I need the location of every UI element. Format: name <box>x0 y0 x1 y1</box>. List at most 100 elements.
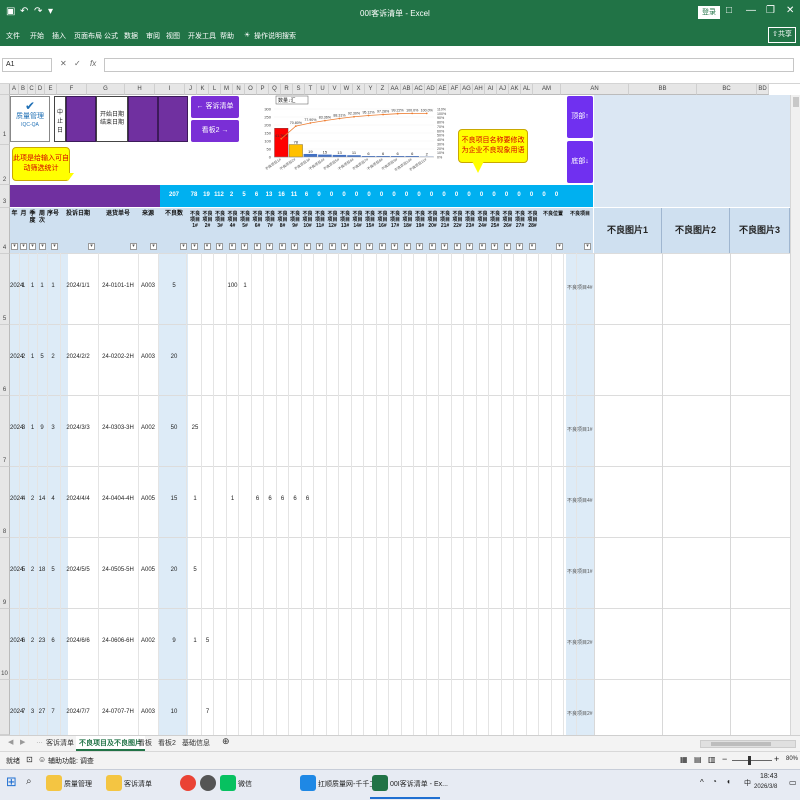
tab-view[interactable]: 视图 <box>166 31 180 41</box>
data-cell[interactable]: 7 <box>19 709 28 715</box>
column-header[interactable]: L <box>209 84 221 95</box>
filter-dropdown-icon[interactable]: ▾ <box>341 243 348 250</box>
scroll-thumb[interactable] <box>793 97 799 107</box>
data-cell[interactable]: A003 <box>138 354 158 360</box>
filter-dropdown-icon[interactable]: ▾ <box>29 243 36 250</box>
normal-view-icon[interactable]: ▦ <box>680 755 688 764</box>
data-cell[interactable]: 2024 <box>10 709 23 715</box>
data-cell[interactable]: 5 <box>37 354 47 360</box>
filter-dropdown-icon[interactable]: ▾ <box>416 243 423 250</box>
column-header[interactable]: Q <box>269 84 281 95</box>
data-cell[interactable]: 1 <box>37 283 47 289</box>
data-cell-note[interactable]: 不良项目2# <box>567 710 594 717</box>
search-icon[interactable]: ⌕ <box>26 776 32 787</box>
top-button[interactable]: 顶部↑ <box>567 96 593 138</box>
row-header[interactable]: 3 <box>0 185 10 208</box>
macro-record-icon[interactable]: ⊡ <box>26 755 33 764</box>
data-cell-defect[interactable]: 100 <box>227 283 239 289</box>
column-header[interactable]: AM <box>533 84 561 95</box>
data-cell[interactable]: 4 <box>47 496 59 502</box>
worksheet-grid[interactable]: ✔ 质量管理 IQC-QA 中止日 开始日期 结束日期 ← 客诉清单 看板2 →… <box>10 95 790 735</box>
data-cell[interactable]: 24-0404-4H <box>98 496 138 502</box>
tray-up-icon[interactable]: ^ <box>700 778 704 787</box>
data-cell[interactable]: 5 <box>160 283 188 289</box>
sheet-tab-defects-active[interactable]: 不良项目及不良图片 <box>76 736 145 751</box>
column-header[interactable]: N <box>233 84 245 95</box>
data-cell[interactable]: 10 <box>160 709 188 715</box>
data-cell[interactable]: 50 <box>160 425 188 431</box>
filter-dropdown-icon[interactable]: ▾ <box>203 243 211 250</box>
filter-dropdown-icon[interactable]: ▾ <box>466 243 473 250</box>
row-header[interactable]: 1 <box>0 95 10 145</box>
data-cell[interactable]: 2024/7/7 <box>60 709 96 715</box>
data-cell[interactable]: 24-0505-5H <box>98 567 138 573</box>
close-icon[interactable]: ✕ <box>786 5 794 16</box>
tab-data[interactable]: 数据 <box>124 31 138 41</box>
data-cell[interactable]: A003 <box>138 283 158 289</box>
column-header[interactable]: Z <box>377 84 389 95</box>
excel-icon[interactable] <box>372 775 388 791</box>
data-cell-defect[interactable]: 1 <box>189 496 201 502</box>
data-cell[interactable]: 3 <box>19 425 28 431</box>
data-cell-defect[interactable]: 6 <box>264 496 276 502</box>
column-header[interactable]: AA <box>389 84 401 95</box>
column-header[interactable]: V <box>329 84 341 95</box>
data-cell[interactable]: 2024/1/1 <box>60 283 96 289</box>
data-cell[interactable]: 1 <box>47 283 59 289</box>
name-box[interactable]: A1 <box>2 58 52 72</box>
data-cell[interactable]: A003 <box>138 709 158 715</box>
data-cell-defect[interactable]: 6 <box>302 496 314 502</box>
filter-dropdown-icon[interactable]: ▾ <box>478 243 486 250</box>
data-cell[interactable]: 20 <box>160 354 188 360</box>
column-header[interactable]: J <box>185 84 197 95</box>
column-header[interactable]: E <box>45 84 57 95</box>
data-cell[interactable]: 5 <box>19 567 28 573</box>
clock-date[interactable]: 2026/3/8 <box>754 784 777 790</box>
data-cell[interactable]: 2024/2/2 <box>60 354 96 360</box>
folder-icon[interactable] <box>46 775 62 791</box>
accessibility-icon[interactable]: ☺ <box>38 755 46 764</box>
taskbar-app-quality[interactable]: 质量管理 <box>64 779 92 789</box>
data-cell-defect[interactable]: 1 <box>189 638 201 644</box>
prev-sheet-icon[interactable]: ◀ <box>8 738 13 746</box>
filter-dropdown-icon[interactable]: ▾ <box>88 243 95 250</box>
data-cell[interactable]: 24-0101-1H <box>98 283 138 289</box>
data-cell[interactable]: 2024/4/4 <box>60 496 96 502</box>
column-header[interactable]: BD <box>757 84 769 95</box>
data-cell[interactable]: 9 <box>37 425 47 431</box>
data-cell[interactable]: 6 <box>19 638 28 644</box>
data-cell[interactable]: 2024/5/5 <box>60 567 96 573</box>
data-cell[interactable]: 7 <box>47 709 59 715</box>
data-cell[interactable]: 2024 <box>10 283 23 289</box>
data-cell[interactable]: A002 <box>138 638 158 644</box>
next-sheet-icon[interactable]: ▶ <box>20 738 25 746</box>
tab-home[interactable]: 开始 <box>30 31 44 41</box>
data-cell[interactable]: 2024 <box>10 496 23 502</box>
column-header[interactable]: Y <box>365 84 377 95</box>
notification-icon[interactable]: ▭ <box>789 778 797 787</box>
zoom-out-icon[interactable]: − <box>722 754 727 764</box>
data-cell-defect[interactable]: 5 <box>202 638 214 644</box>
select-all-corner[interactable] <box>0 84 10 95</box>
data-cell[interactable]: 2024/6/6 <box>60 638 96 644</box>
data-cell-defect[interactable]: 6 <box>252 496 264 502</box>
more-sheets-icon[interactable]: … <box>36 738 43 745</box>
data-cell-defect[interactable]: 5 <box>189 567 201 573</box>
data-cell-note[interactable]: 不良项目4# <box>567 284 594 291</box>
data-cell[interactable]: A002 <box>138 425 158 431</box>
data-cell[interactable]: 24-0202-2H <box>98 354 138 360</box>
data-cell[interactable]: 18 <box>37 567 47 573</box>
column-header[interactable]: D <box>36 84 45 95</box>
column-header[interactable]: AD <box>425 84 437 95</box>
tell-me-search[interactable]: 操作说明搜索 <box>254 31 296 41</box>
filter-dropdown-icon[interactable]: ▾ <box>503 243 511 250</box>
data-cell[interactable]: A005 <box>138 567 158 573</box>
horizontal-scrollbar[interactable] <box>700 740 796 748</box>
filter-dropdown-icon[interactable]: ▾ <box>266 243 273 250</box>
board2-button[interactable]: 看板2 → <box>191 120 239 142</box>
column-header[interactable]: AC <box>413 84 425 95</box>
column-header[interactable]: AJ <box>497 84 509 95</box>
filter-dropdown-icon[interactable]: ▾ <box>316 243 323 250</box>
filter-dropdown-icon[interactable]: ▾ <box>291 243 298 250</box>
data-cell-defect[interactable]: 7 <box>202 709 214 715</box>
